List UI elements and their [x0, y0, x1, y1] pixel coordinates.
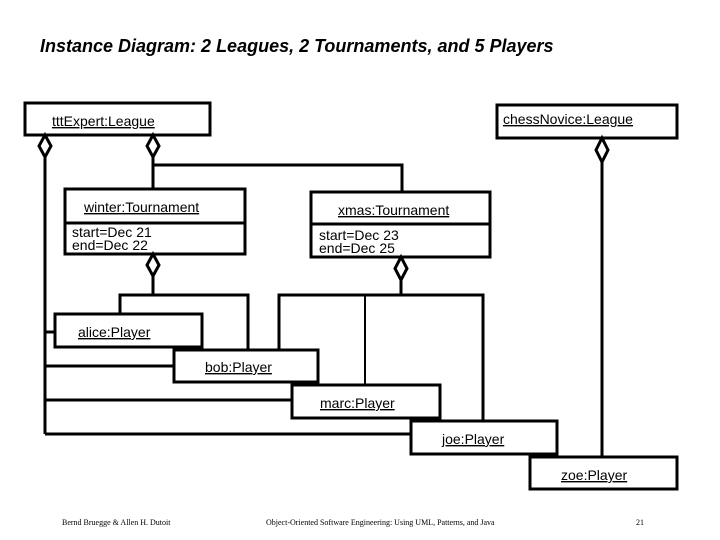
object-name: xmas:Tournament: [338, 202, 449, 218]
aggregation-diamond-icon: [393, 253, 409, 284]
object-name: joe:Player: [441, 431, 505, 447]
object-bob-player[interactable]: bob:Player: [172, 348, 320, 384]
attribute-end: end=Dec 22: [72, 237, 148, 253]
footer-book-title: Object-Oriented Software Engineering: Us…: [266, 518, 495, 527]
object-name: bob:Player: [205, 359, 272, 375]
object-marc-player[interactable]: marc:Player: [290, 383, 442, 420]
object-winter-tournament[interactable]: winter:Tournament start=Dec 21 end=Dec 2…: [63, 187, 247, 256]
object-zoe-player[interactable]: zoe:Player: [528, 455, 679, 491]
aggregation-diamond-icon: [145, 250, 161, 280]
slide-title: Instance Diagram: 2 Leagues, 2 Tournamen…: [40, 36, 554, 56]
object-name: winter:Tournament: [83, 199, 199, 215]
aggregation-diamond-icon: [594, 134, 610, 166]
object-joe-player[interactable]: joe:Player: [409, 419, 559, 456]
instance-diagram-slide: Instance Diagram: 2 Leagues, 2 Tournamen…: [23, 36, 679, 527]
object-name: alice:Player: [78, 324, 151, 340]
footer-page-number: 21: [636, 518, 644, 527]
aggregation-diamond-icon: [145, 131, 161, 161]
object-xmas-tournament[interactable]: xmas:Tournament start=Dec 23 end=Dec 25: [309, 190, 492, 259]
object-chessnovice-league[interactable]: chessNovice:League: [495, 103, 679, 140]
footer-authors: Bernd Bruegge & Allen H. Dutoit: [62, 518, 171, 527]
attribute-end: end=Dec 25: [319, 240, 395, 256]
object-name: zoe:Player: [561, 467, 627, 483]
aggregation-diamond-icon: [37, 131, 53, 161]
object-name: marc:Player: [320, 395, 395, 411]
object-tttexpert-league[interactable]: tttExpert:League: [23, 101, 212, 137]
object-name: tttExpert:League: [52, 113, 155, 129]
object-name: chessNovice:League: [503, 111, 633, 127]
object-alice-player[interactable]: alice:Player: [53, 312, 204, 349]
